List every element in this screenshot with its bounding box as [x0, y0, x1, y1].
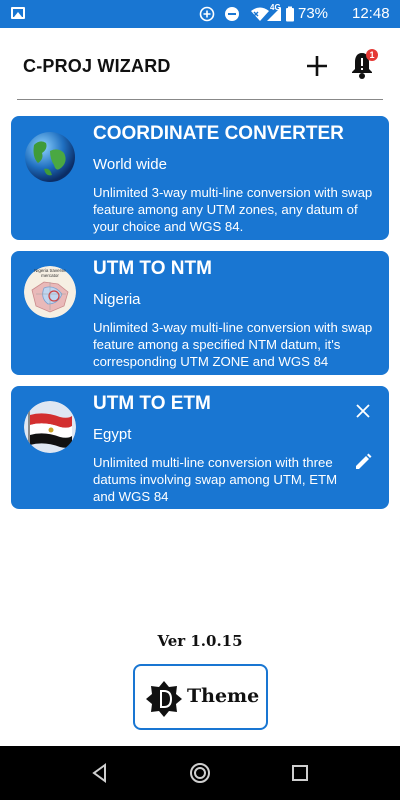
clock: 12:48: [352, 5, 390, 22]
do-not-disturb-icon: [225, 7, 239, 21]
signal-icon: [267, 7, 281, 21]
card-title: UTM TO NTM: [93, 258, 212, 279]
navigation-bar: [0, 746, 400, 800]
card-subtitle: Nigeria: [93, 291, 141, 308]
card-subtitle: Egypt: [93, 426, 132, 443]
card-utm-to-ntm[interactable]: Nigeria traverse mercator UTM TO NTM Nig…: [11, 251, 389, 375]
app-title: C-PROJ WIZARD: [23, 56, 171, 76]
battery-icon: [286, 6, 294, 22]
back-icon[interactable]: [89, 762, 111, 784]
image-icon: [11, 7, 25, 19]
card-title: COORDINATE CONVERTER: [93, 123, 344, 144]
card-coordinate-converter[interactable]: COORDINATE CONVERTER World wide Unlimite…: [11, 116, 389, 240]
card-utm-to-etm[interactable]: UTM TO ETM Egypt Unlimited multi-line co…: [11, 386, 389, 509]
home-icon[interactable]: [189, 762, 211, 784]
card-subtitle: World wide: [93, 156, 167, 173]
card-title: UTM TO ETM: [93, 393, 211, 414]
recents-icon[interactable]: [289, 762, 311, 784]
header-divider: [17, 99, 383, 100]
card-description: Unlimited 3-way multi-line conversion wi…: [93, 185, 373, 234]
plus-circle-icon: [199, 6, 215, 22]
notification-badge: 1: [366, 49, 378, 61]
theme-button[interactable]: Theme: [133, 664, 268, 730]
add-icon[interactable]: [305, 54, 329, 78]
egypt-flag-icon: [24, 401, 76, 453]
nigeria-map-caption: Nigeria traverse mercator: [34, 268, 66, 278]
status-bar: 4G 73% 12:48: [0, 0, 400, 28]
close-icon[interactable]: [353, 401, 373, 421]
theme-icon: [146, 681, 182, 717]
theme-button-label: Theme: [187, 685, 260, 707]
card-description: Unlimited multi-line conversion with thr…: [93, 455, 338, 504]
battery-percentage: 73%: [298, 5, 329, 22]
app-version: Ver 1.0.15: [157, 632, 243, 650]
edit-icon[interactable]: [353, 452, 373, 472]
globe-icon: [24, 131, 76, 183]
card-description: Unlimited 3-way multi-line conversion wi…: [93, 320, 373, 369]
